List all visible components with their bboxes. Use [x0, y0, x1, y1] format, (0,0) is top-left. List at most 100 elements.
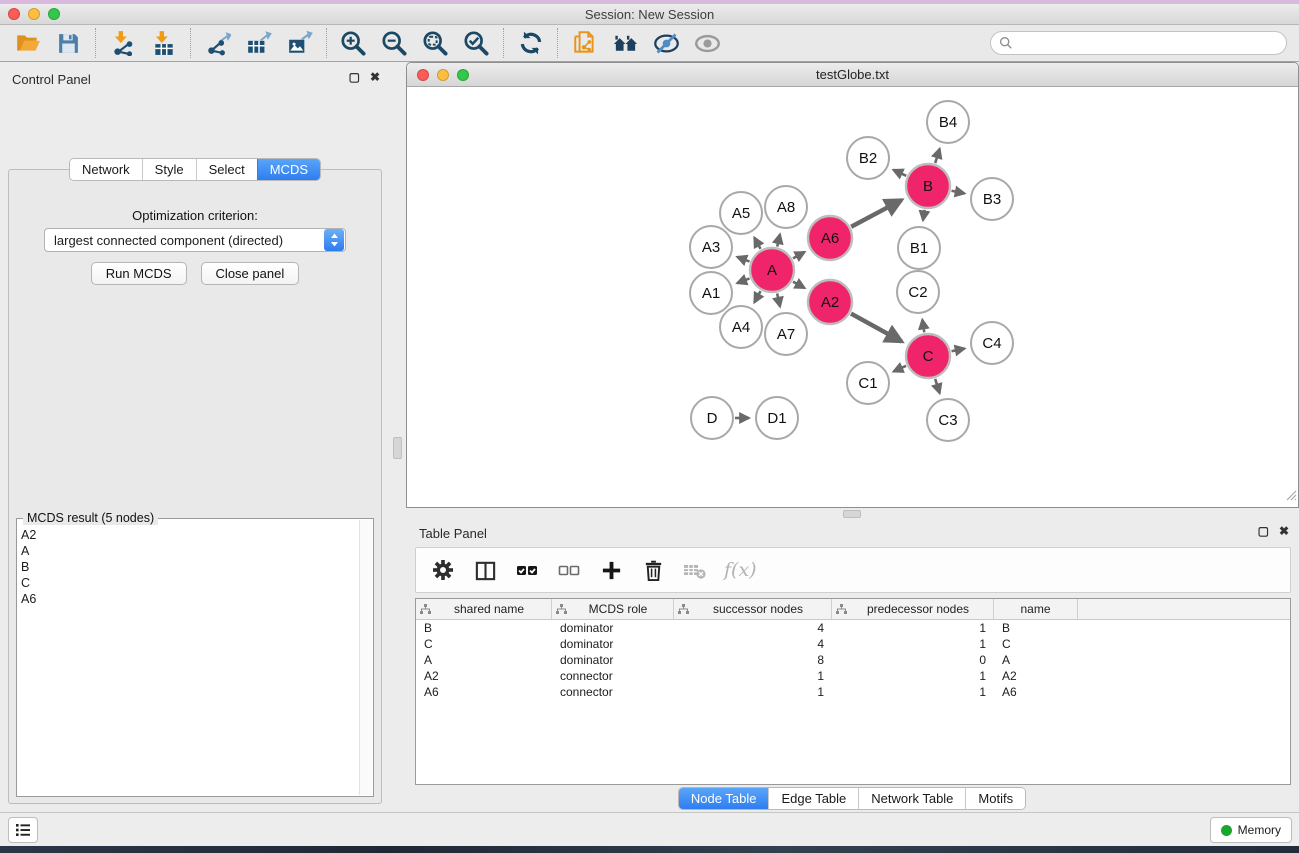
edge-A2-C[interactable]: [851, 314, 902, 342]
table-settings-gear-icon[interactable]: [430, 557, 456, 583]
tab-edge-table[interactable]: Edge Table: [768, 788, 858, 809]
table-cell[interactable]: A6: [994, 685, 1078, 699]
graph-node-C1[interactable]: C1: [847, 362, 889, 404]
mcds-result-item[interactable]: A: [21, 543, 357, 559]
table-row[interactable]: Adominator80A: [416, 652, 1290, 668]
column-header-predecessor-nodes[interactable]: predecessor nodes: [832, 599, 994, 619]
edge-B-B1[interactable]: [923, 210, 925, 221]
table-cell[interactable]: dominator: [552, 637, 674, 651]
splitter-grip[interactable]: [393, 437, 402, 459]
table-cell[interactable]: A: [416, 653, 552, 667]
edge-C-C2[interactable]: [922, 320, 924, 333]
close-panel-icon[interactable]: ✖: [370, 71, 380, 83]
mcds-result-item[interactable]: A2: [21, 527, 357, 543]
edge-C-C4[interactable]: [952, 349, 965, 352]
table-cell[interactable]: 1: [674, 669, 832, 683]
table-cell[interactable]: C: [416, 637, 552, 651]
zoom-out-icon[interactable]: [381, 30, 408, 57]
table-cell[interactable]: 8: [674, 653, 832, 667]
select-all-checkboxes-icon[interactable]: [514, 557, 540, 583]
table-cell[interactable]: 0: [832, 653, 994, 667]
graph-node-A8[interactable]: A8: [765, 186, 807, 228]
float-panel-icon[interactable]: ▢: [349, 71, 360, 83]
horizontal-splitter[interactable]: [405, 508, 1299, 520]
export-network-icon[interactable]: [204, 30, 231, 57]
table-cell[interactable]: B: [994, 621, 1078, 635]
column-header-shared-name[interactable]: shared name: [416, 599, 552, 619]
table-cell[interactable]: A: [994, 653, 1078, 667]
edge-A-A1[interactable]: [737, 278, 749, 283]
graph-node-B4[interactable]: B4: [927, 101, 969, 143]
table-cell[interactable]: connector: [552, 669, 674, 683]
zoom-fit-icon[interactable]: [422, 30, 449, 57]
graph-node-A3[interactable]: A3: [690, 226, 732, 268]
column-header-successor-nodes[interactable]: successor nodes: [674, 599, 832, 619]
delete-table-icon[interactable]: [682, 557, 708, 583]
show-eye-icon[interactable]: [694, 30, 721, 57]
graph-node-A6[interactable]: A6: [808, 216, 852, 260]
edge-B-B3[interactable]: [952, 191, 965, 194]
table-cell[interactable]: 1: [674, 685, 832, 699]
table-cell[interactable]: C: [994, 637, 1078, 651]
table-cell[interactable]: 1: [832, 637, 994, 651]
memory-button[interactable]: Memory: [1210, 817, 1292, 843]
table-cell[interactable]: A2: [994, 669, 1078, 683]
search-field[interactable]: [990, 31, 1287, 55]
refresh-icon[interactable]: [517, 30, 544, 57]
mcds-result-item[interactable]: B: [21, 559, 357, 575]
table-cell[interactable]: 4: [674, 637, 832, 651]
table-cell[interactable]: A6: [416, 685, 552, 699]
zoom-selected-icon[interactable]: [463, 30, 490, 57]
save-session-icon[interactable]: [55, 30, 82, 57]
add-column-icon[interactable]: [598, 557, 624, 583]
table-cell[interactable]: 4: [674, 621, 832, 635]
edge-A-A8[interactable]: [777, 234, 780, 246]
node-table[interactable]: shared nameMCDS rolesuccessor nodesprede…: [415, 598, 1291, 785]
function-builder-icon[interactable]: f(x): [724, 559, 757, 581]
graph-node-C[interactable]: C: [906, 334, 950, 378]
delete-column-trash-icon[interactable]: [640, 557, 666, 583]
graph-node-A5[interactable]: A5: [720, 192, 762, 234]
graph-node-C2[interactable]: C2: [897, 271, 939, 313]
table-cell[interactable]: connector: [552, 685, 674, 699]
graph-node-D1[interactable]: D1: [756, 397, 798, 439]
open-file-icon[interactable]: [14, 30, 41, 57]
close-panel-button[interactable]: Close panel: [201, 262, 300, 285]
table-cell[interactable]: A2: [416, 669, 552, 683]
table-cell[interactable]: dominator: [552, 653, 674, 667]
graph-node-A[interactable]: A: [750, 248, 794, 292]
edge-A-A6[interactable]: [793, 252, 805, 258]
column-layout-icon[interactable]: [472, 557, 498, 583]
import-network-icon[interactable]: [109, 30, 136, 57]
home-icon[interactable]: [612, 30, 639, 57]
export-image-icon[interactable]: [286, 30, 313, 57]
table-cell[interactable]: 1: [832, 669, 994, 683]
network-graph[interactable]: B4B2BB3A8A5A6A3B1AA1C2A2A4A7C4CC1DD1C3: [407, 88, 1298, 507]
new-network-from-selection-icon[interactable]: [571, 30, 598, 57]
mcds-result-list[interactable]: A2ABCA6: [21, 527, 357, 792]
graph-node-C3[interactable]: C3: [927, 399, 969, 441]
tab-motifs[interactable]: Motifs: [965, 788, 1025, 809]
graph-node-B3[interactable]: B3: [971, 178, 1013, 220]
run-mcds-button[interactable]: Run MCDS: [91, 262, 187, 285]
table-cell[interactable]: B: [416, 621, 552, 635]
criterion-dropdown[interactable]: largest connected component (directed): [44, 228, 346, 252]
tab-node-table[interactable]: Node Table: [679, 788, 769, 809]
table-row[interactable]: A2connector11A2: [416, 668, 1290, 684]
graph-node-A4[interactable]: A4: [720, 306, 762, 348]
table-cell[interactable]: 1: [832, 621, 994, 635]
splitter-grip[interactable]: [843, 510, 861, 518]
deselect-all-checkboxes-icon[interactable]: [556, 557, 582, 583]
float-panel-icon[interactable]: ▢: [1258, 525, 1269, 537]
edge-C-C3[interactable]: [935, 379, 939, 393]
edge-A6-B[interactable]: [851, 200, 901, 227]
tab-mcds[interactable]: MCDS: [257, 159, 320, 180]
edge-A-A2[interactable]: [793, 282, 805, 288]
export-table-icon[interactable]: [245, 30, 272, 57]
mcds-result-item[interactable]: C: [21, 575, 357, 591]
close-panel-icon[interactable]: ✖: [1279, 525, 1289, 537]
tab-style[interactable]: Style: [142, 159, 196, 180]
graph-node-C4[interactable]: C4: [971, 322, 1013, 364]
network-window-titlebar[interactable]: testGlobe.txt: [407, 63, 1298, 87]
table-row[interactable]: Cdominator41C: [416, 636, 1290, 652]
